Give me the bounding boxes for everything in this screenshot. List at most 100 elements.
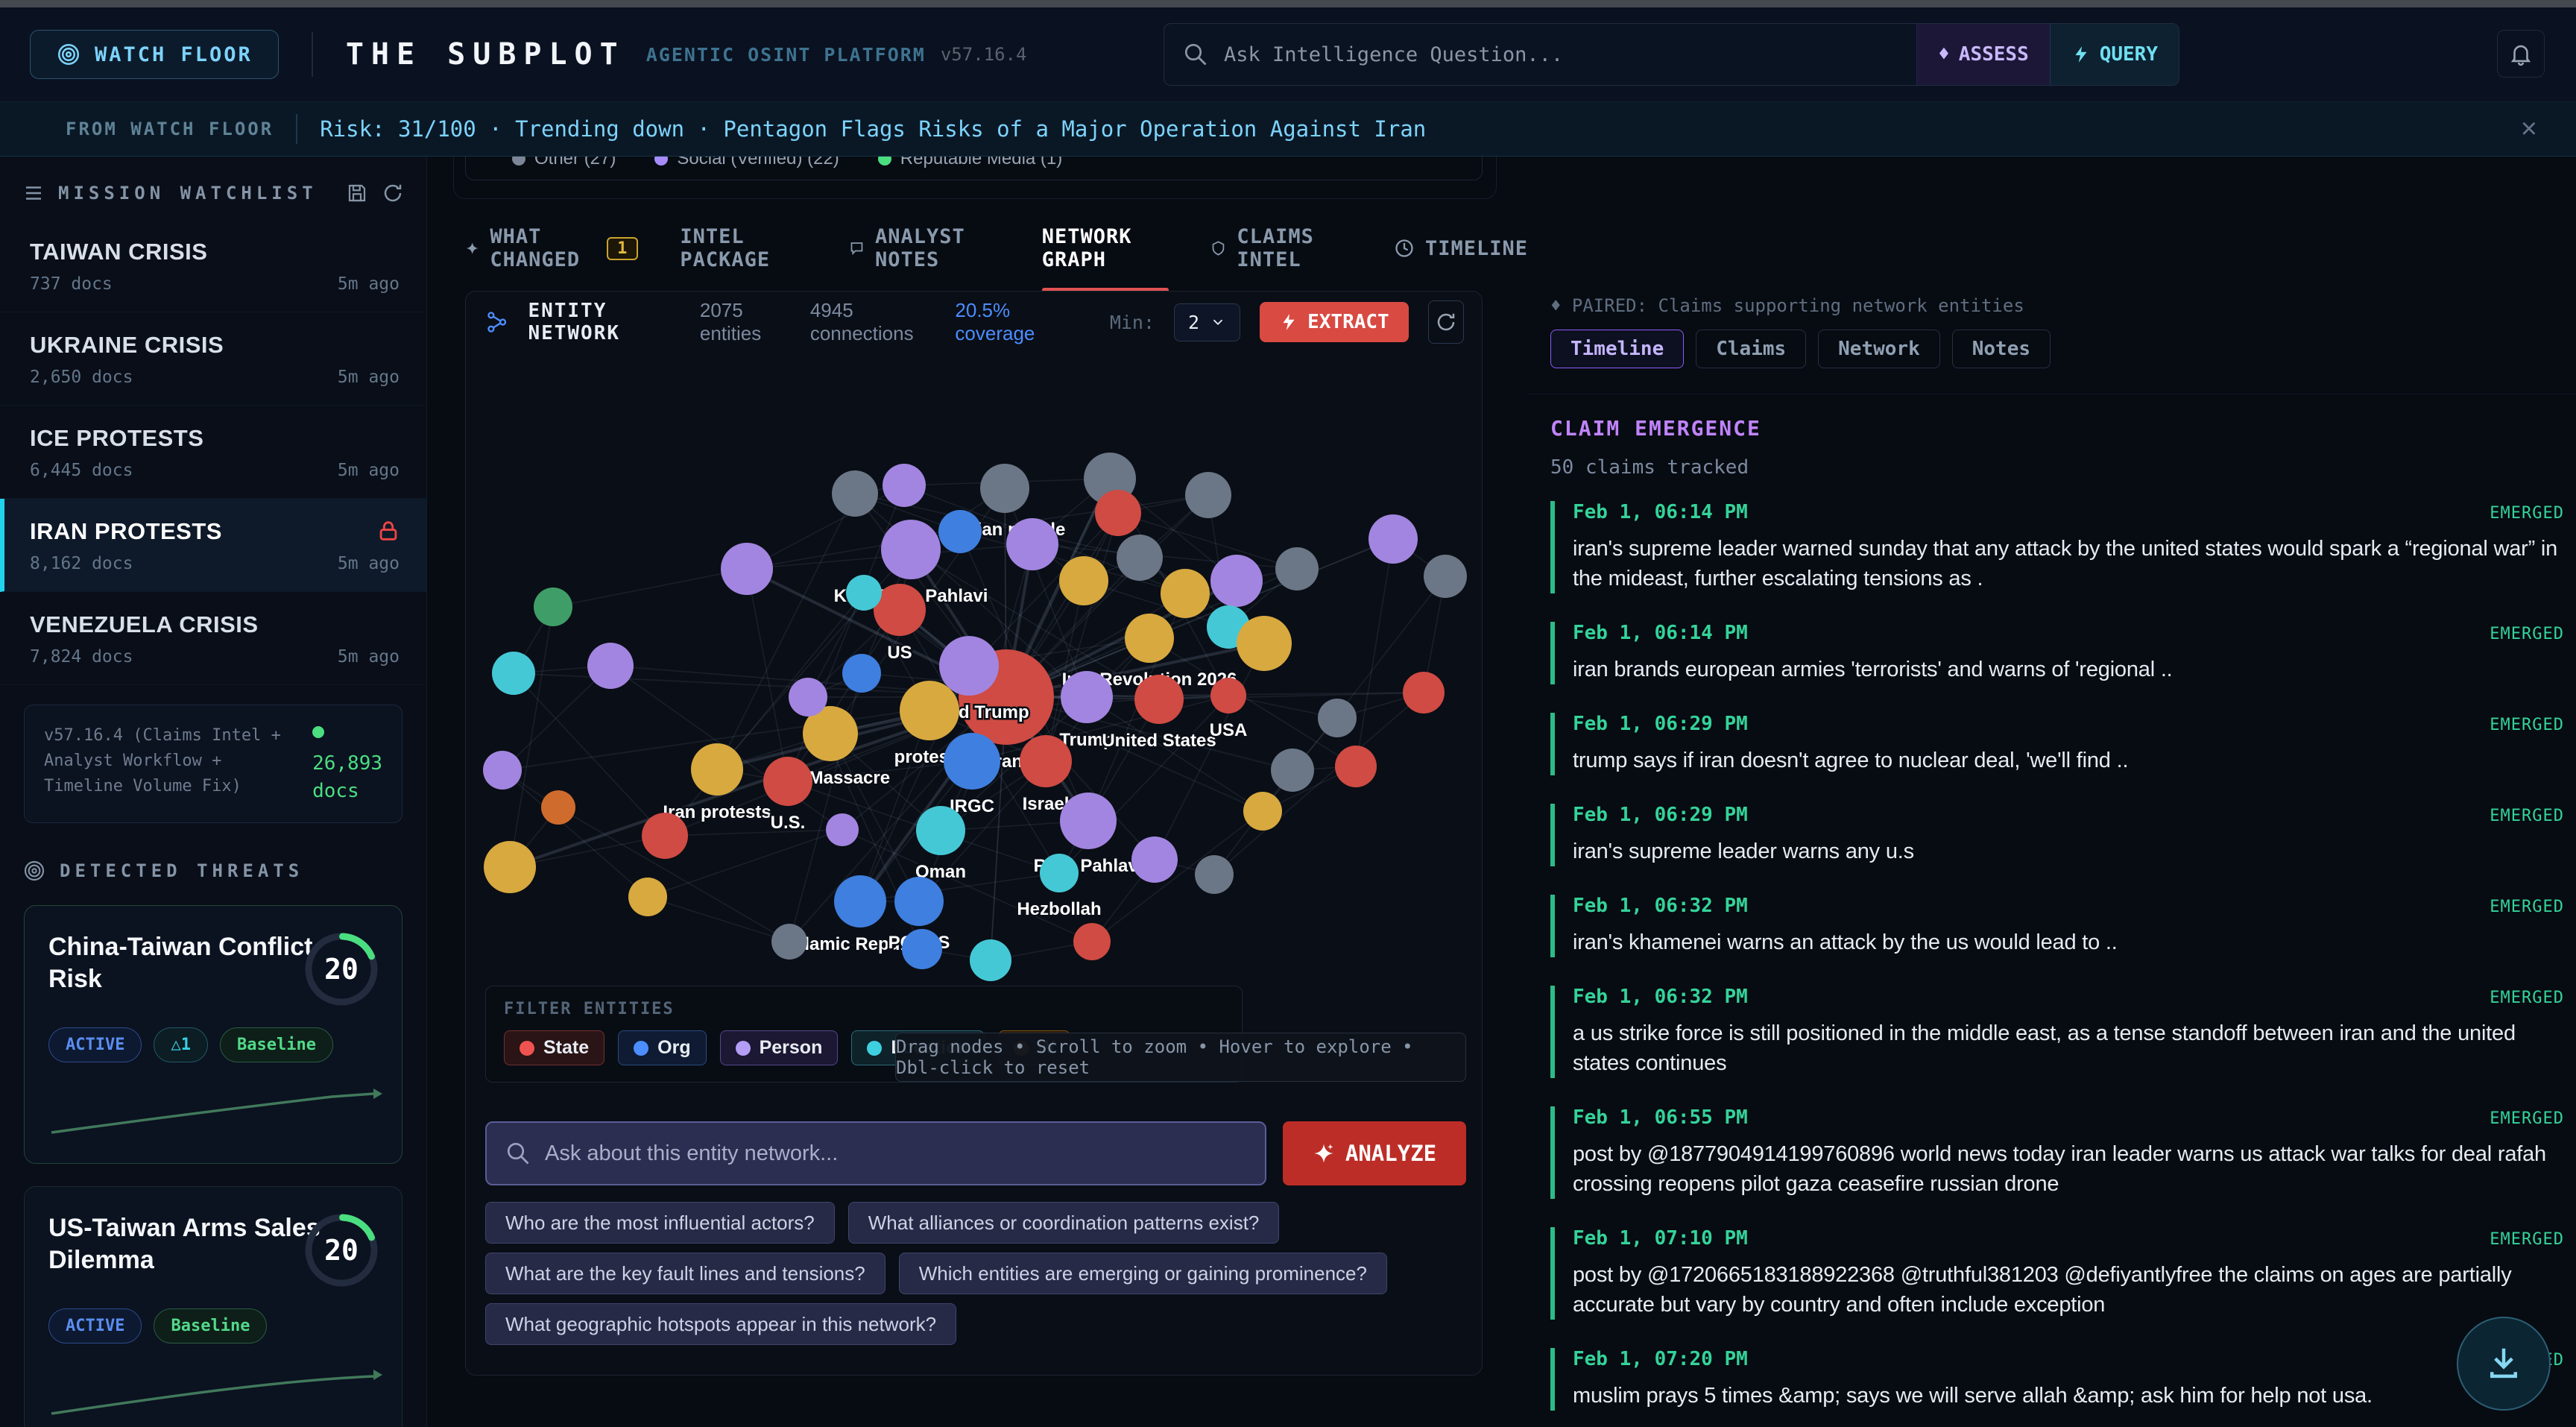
graph-node[interactable]: [1161, 569, 1210, 618]
suggested-question[interactable]: What alliances or coordination patterns …: [848, 1202, 1280, 1244]
graph-node[interactable]: [1243, 792, 1282, 831]
graph-node[interactable]: [628, 878, 667, 916]
paired-tab-network[interactable]: Network: [1818, 330, 1940, 368]
claim-entry[interactable]: Feb 1, 06:14 PM EMERGED iran brands euro…: [1550, 622, 2564, 684]
filter-chip-org[interactable]: Org: [618, 1030, 706, 1065]
graph-node[interactable]: [492, 652, 535, 695]
claim-entry[interactable]: Feb 1, 06:55 PM EMERGED post by @1877904…: [1550, 1106, 2564, 1199]
notifications-button[interactable]: [2497, 30, 2545, 78]
min-select[interactable]: 2: [1174, 303, 1240, 341]
suggested-question[interactable]: What are the key fault lines and tension…: [485, 1253, 886, 1294]
network-question-input[interactable]: Ask about this entity network...: [485, 1121, 1266, 1185]
graph-node[interactable]: [1271, 749, 1314, 792]
paired-tab-notes[interactable]: Notes: [1952, 330, 2051, 368]
graph-node-u-s-[interactable]: [763, 757, 812, 806]
suggested-question[interactable]: What geographic hotspots appear in this …: [485, 1303, 956, 1345]
graph-node-usa[interactable]: [1210, 678, 1246, 714]
graph-node[interactable]: [1059, 556, 1108, 605]
graph-node[interactable]: [1318, 699, 1357, 737]
graph-node-hezbollah[interactable]: [1040, 854, 1079, 892]
threat-card[interactable]: US-Taiwan Arms Sales Dilemma 20 ACTIVEBa…: [24, 1186, 402, 1427]
save-icon[interactable]: [346, 182, 368, 204]
graph-node[interactable]: [1403, 672, 1445, 714]
graph-node[interactable]: [534, 588, 572, 626]
graph-node[interactable]: [1131, 837, 1178, 883]
graph-node-iran-revolution-2026[interactable]: [1125, 614, 1174, 663]
graph-node[interactable]: [642, 813, 688, 859]
graph-node[interactable]: [938, 510, 982, 553]
graph-node[interactable]: [721, 543, 773, 595]
graph-node[interactable]: [1117, 535, 1163, 581]
graph-node-israel[interactable]: [1020, 735, 1072, 787]
graph-node[interactable]: [1424, 555, 1467, 598]
graph-node[interactable]: [789, 678, 827, 716]
paired-tab-claims[interactable]: Claims: [1696, 330, 1806, 368]
suggested-question[interactable]: Who are the most influential actors?: [485, 1202, 835, 1244]
graph-node-iranian-people[interactable]: [980, 464, 1029, 513]
threat-card[interactable]: China-Taiwan Conflict Risk 20 ACTIVE△1Ba…: [24, 905, 402, 1164]
graph-node[interactable]: [883, 464, 926, 507]
graph-node-iran-protests[interactable]: [691, 743, 743, 796]
graph-node[interactable]: [1237, 616, 1292, 671]
claim-entry[interactable]: Feb 1, 06:32 PM EMERGED iran's khamenei …: [1550, 895, 2564, 957]
extract-button[interactable]: EXTRACT: [1260, 302, 1409, 342]
tab-intel-package[interactable]: INTEL PACKAGE: [680, 225, 807, 276]
coverage-stat[interactable]: 20.5% coverage: [955, 299, 1070, 345]
graph-node[interactable]: [1210, 555, 1263, 607]
sidebar-item-venezuela-crisis[interactable]: VENEZUELA CRISIS 7,824 docs 5m ago: [0, 592, 426, 685]
entity-network-graph[interactable]: IranIranian peopleKing Reza PahlaviUSDon…: [469, 353, 1479, 992]
graph-node-trump[interactable]: [1061, 671, 1113, 723]
sidebar-item-iran-protests[interactable]: IRAN PROTESTS 8,162 docs 5m ago: [0, 499, 426, 592]
graph-node[interactable]: [1368, 514, 1418, 564]
refresh-icon[interactable]: [382, 182, 404, 204]
download-button[interactable]: [2457, 1317, 2551, 1411]
graph-node[interactable]: [771, 924, 807, 960]
sidebar-item-ukraine-crisis[interactable]: UKRAINE CRISIS 2,650 docs 5m ago: [0, 312, 426, 406]
filter-chip-state[interactable]: State: [504, 1030, 604, 1065]
graph-node[interactable]: [832, 470, 878, 517]
analyze-button[interactable]: ANALYZE: [1283, 1121, 1466, 1185]
graph-node[interactable]: [1006, 518, 1058, 570]
graph-node-united-states[interactable]: [1134, 675, 1184, 724]
query-button[interactable]: QUERY: [2050, 24, 2179, 85]
tab-analyst-notes[interactable]: ANALYST NOTES: [849, 225, 1000, 276]
graph-node[interactable]: [1335, 746, 1377, 787]
graph-node[interactable]: [842, 654, 881, 693]
suggested-question[interactable]: Which entities are emerging or gaining p…: [899, 1253, 1387, 1294]
graph-node[interactable]: [483, 751, 522, 790]
watch-floor-button[interactable]: WATCH FLOOR: [30, 30, 279, 79]
graph-node[interactable]: [1095, 490, 1141, 536]
assess-button[interactable]: ♦ ASSESS: [1916, 24, 2050, 85]
claim-entry[interactable]: Feb 1, 06:14 PM EMERGED iran's supreme l…: [1550, 501, 2564, 593]
close-icon[interactable]: ×: [2521, 113, 2537, 145]
tab-network-graph[interactable]: NETWORK GRAPH: [1042, 225, 1169, 276]
claim-entry[interactable]: Feb 1, 07:20 PM EMERGED muslim prays 5 t…: [1550, 1348, 2564, 1411]
graph-node-donald-trump[interactable]: [939, 636, 999, 696]
graph-node[interactable]: [484, 841, 536, 893]
graph-node[interactable]: [1275, 547, 1319, 590]
graph-node[interactable]: [1073, 923, 1111, 960]
sidebar-item-taiwan-crisis[interactable]: TAIWAN CRISIS 737 docs 5m ago: [0, 219, 426, 312]
graph-node[interactable]: [541, 790, 575, 825]
intelligence-search[interactable]: Ask Intelligence Question... ♦ ASSESS QU…: [1164, 23, 2179, 86]
graph-node-reza-pahlavi[interactable]: [1060, 793, 1117, 849]
claim-entry[interactable]: Feb 1, 06:29 PM EMERGED iran's supreme l…: [1550, 804, 2564, 866]
graph-node-irgc[interactable]: [944, 733, 1000, 790]
graph-node[interactable]: [587, 643, 634, 689]
claim-entry[interactable]: Feb 1, 06:32 PM EMERGED a us strike forc…: [1550, 986, 2564, 1078]
graph-node-king-reza-pahlavi[interactable]: [881, 520, 941, 579]
sidebar-item-ice-protests[interactable]: ICE PROTESTS 6,445 docs 5m ago: [0, 406, 426, 499]
claim-entry[interactable]: Feb 1, 07:10 PM EMERGED post by @1720665…: [1550, 1227, 2564, 1320]
graph-node[interactable]: [826, 813, 859, 846]
tab-timeline[interactable]: TIMELINE: [1394, 237, 1528, 265]
paired-tab-timeline[interactable]: Timeline: [1550, 330, 1684, 368]
graph-node[interactable]: [846, 575, 882, 611]
graph-node[interactable]: [902, 929, 942, 969]
filter-chip-person[interactable]: Person: [720, 1030, 839, 1065]
graph-node[interactable]: [1195, 855, 1234, 894]
graph-node-protests[interactable]: [900, 681, 959, 740]
graph-node[interactable]: [970, 939, 1011, 981]
graph-node-islamic-republic[interactable]: [834, 875, 886, 927]
refresh-graph-button[interactable]: [1428, 300, 1464, 344]
graph-node-potus[interactable]: [894, 877, 944, 926]
